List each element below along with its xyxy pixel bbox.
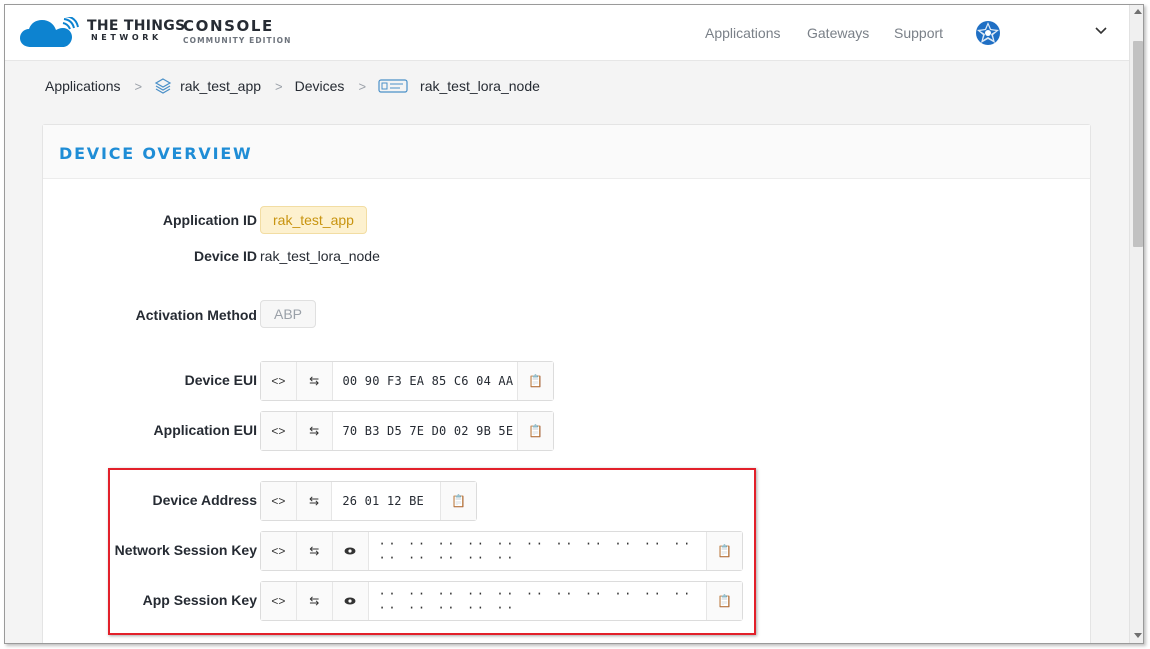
device-icon (378, 77, 408, 95)
user-avatar-icon[interactable] (974, 19, 1002, 47)
application-eui-label: Application EUI (153, 422, 257, 438)
chevron-down-icon[interactable] (1095, 27, 1107, 35)
console-line2: COMMUNITY EDITION (183, 36, 292, 45)
code-toggle-icon[interactable]: <> (261, 532, 297, 570)
device-eui-value: 00 90 F3 EA 85 C6 04 AA (342, 374, 514, 388)
scroll-up-arrow-icon[interactable] (1134, 9, 1142, 14)
byte-order-swap-icon[interactable]: ⇆ (296, 482, 333, 520)
clipboard-copy-icon[interactable]: 📋 (440, 482, 476, 520)
device-eui-field: <> ⇆ 00 90 F3 EA 85 C6 04 AA 📋 (260, 361, 554, 401)
breadcrumb-app[interactable]: rak_test_app (154, 77, 261, 95)
application-eui-field: <> ⇆ 70 B3 D5 7E D0 02 9B 5E 📋 (260, 411, 554, 451)
card-title: DEVICE OVERVIEW (59, 144, 253, 163)
console-line1: CONSOLE (183, 17, 274, 35)
network-session-key-label: Network Session Key (114, 542, 257, 558)
breadcrumb-separator: > (275, 78, 283, 94)
network-session-key-value: ·· ·· ·· ·· ·· ·· ·· ·· ·· ·· ·· ·· ·· ·… (378, 537, 693, 565)
application-eui-value: 70 B3 D5 7E D0 02 9B 5E (342, 424, 514, 438)
browser-frame: THE THINGS NETWORK CONSOLE COMMUNITY EDI… (4, 4, 1144, 644)
breadcrumb: Applications > rak_test_app > Devices > (45, 75, 540, 97)
application-id-tag[interactable]: rak_test_app (260, 206, 367, 234)
brand-line2: NETWORK (91, 33, 162, 42)
network-session-key-field: <> ⇆ ·· ·· ·· ·· ·· ·· ·· ·· ·· ·· ·· ··… (260, 531, 743, 571)
breadcrumb-separator: > (134, 78, 143, 94)
app-session-key-value: ·· ·· ·· ·· ·· ·· ·· ·· ·· ·· ·· ·· ·· ·… (378, 587, 693, 615)
breadcrumb-device-label: rak_test_lora_node (420, 78, 540, 94)
ttn-cloud-logo-icon[interactable] (19, 17, 81, 49)
console-title: CONSOLE COMMUNITY EDITION (183, 19, 292, 45)
vertical-scrollbar[interactable] (1129, 5, 1143, 643)
brand-line1: THE THINGS (87, 18, 186, 34)
app-session-key-label: App Session Key (142, 592, 257, 608)
device-address-label: Device Address (152, 492, 257, 508)
clipboard-copy-icon[interactable]: 📋 (706, 532, 742, 570)
activation-method-tag: ABP (260, 300, 317, 328)
scroll-down-arrow-icon[interactable] (1134, 633, 1142, 638)
eye-reveal-icon[interactable] (332, 532, 369, 570)
code-toggle-icon[interactable]: <> (261, 582, 297, 620)
nav-support[interactable]: Support (894, 25, 943, 41)
breadcrumb-device[interactable]: rak_test_lora_node (378, 77, 540, 95)
brand-name[interactable]: THE THINGS NETWORK (87, 19, 185, 42)
nav-applications[interactable]: Applications (705, 25, 781, 41)
code-toggle-icon[interactable]: <> (261, 362, 297, 400)
clipboard-copy-icon[interactable]: 📋 (517, 412, 553, 450)
device-id-value: rak_test_lora_node (260, 248, 380, 264)
app-session-key-field: <> ⇆ ·· ·· ·· ·· ·· ·· ·· ·· ·· ·· ·· ··… (260, 581, 743, 621)
nav-gateways[interactable]: Gateways (807, 25, 869, 41)
device-id-label: Device ID (193, 248, 257, 264)
breadcrumb-app-label: rak_test_app (180, 78, 262, 94)
byte-order-swap-icon[interactable]: ⇆ (296, 412, 333, 450)
breadcrumb-applications[interactable]: Applications (45, 78, 121, 94)
device-address-field: <> ⇆ 26 01 12 BE 📋 (260, 481, 477, 521)
byte-order-swap-icon[interactable]: ⇆ (296, 532, 333, 570)
card-header: DEVICE OVERVIEW (43, 125, 1090, 179)
device-overview-card: DEVICE OVERVIEW Application ID rak_test_… (42, 124, 1091, 643)
breadcrumb-separator: > (358, 78, 367, 94)
layers-icon (154, 77, 172, 95)
clipboard-copy-icon[interactable]: 📋 (706, 582, 742, 620)
code-toggle-icon[interactable]: <> (261, 482, 297, 520)
device-address-value: 26 01 12 BE (342, 494, 424, 508)
scroll-thumb[interactable] (1133, 41, 1143, 247)
activation-method-label: Activation Method (135, 307, 257, 323)
top-nav: THE THINGS NETWORK CONSOLE COMMUNITY EDI… (5, 5, 1129, 61)
application-id-label: Application ID (162, 212, 257, 228)
code-toggle-icon[interactable]: <> (261, 412, 297, 450)
byte-order-swap-icon[interactable]: ⇆ (296, 582, 333, 620)
breadcrumb-devices[interactable]: Devices (295, 78, 345, 94)
eye-reveal-icon[interactable] (332, 582, 369, 620)
device-eui-label: Device EUI (184, 372, 257, 388)
clipboard-copy-icon[interactable]: 📋 (517, 362, 553, 400)
byte-order-swap-icon[interactable]: ⇆ (296, 362, 333, 400)
